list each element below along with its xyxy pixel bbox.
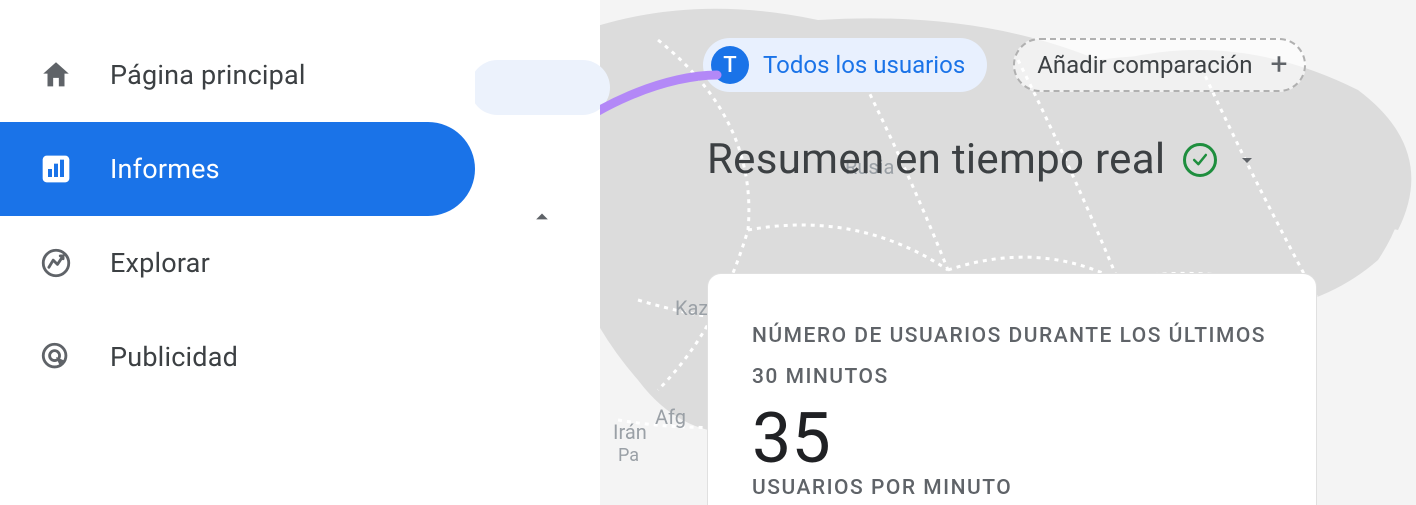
- title-dropdown-button[interactable]: [1235, 148, 1259, 172]
- add-comparison-button[interactable]: Añadir comparación +: [1013, 38, 1305, 92]
- map-label-afg: Afg: [655, 405, 686, 429]
- card-sublabel: USUARIOS POR MINUTO: [752, 476, 1272, 500]
- explore-icon: [38, 245, 74, 281]
- segment-badge: T: [711, 46, 749, 84]
- sidebar-item-label: Página principal: [110, 59, 306, 91]
- sidebar-item-advertising[interactable]: Publicidad: [0, 310, 475, 404]
- collapse-panel-button[interactable]: [525, 200, 559, 234]
- add-comparison-label: Añadir comparación: [1037, 51, 1252, 79]
- plus-icon: +: [1271, 50, 1288, 80]
- realtime-users-card: NÚMERO DE USUARIOS DURANTE LOS ÚLTIMOS 3…: [707, 273, 1317, 505]
- page-title: Resumen en tiempo real: [707, 135, 1165, 184]
- sidebar-item-reports[interactable]: Informes: [0, 122, 475, 216]
- map-label-iran: Irán: [613, 420, 647, 444]
- home-icon: [38, 57, 74, 93]
- bar-chart-icon: [38, 151, 74, 187]
- sidebar: Página principal Informes Explorar: [0, 0, 475, 505]
- status-ok-icon: [1183, 143, 1217, 177]
- segment-ghost-pill: [470, 60, 610, 115]
- sidebar-item-label: Explorar: [110, 247, 210, 279]
- target-click-icon: [38, 339, 74, 375]
- main-content: Rusia Kaz Irán Afg Pa T Todos los usuari…: [600, 0, 1416, 505]
- segment-bar: T Todos los usuarios Añadir comparación …: [703, 38, 1306, 92]
- sidebar-item-label: Informes: [110, 153, 220, 185]
- map-label-pa: Pa: [618, 445, 639, 466]
- map-label-kaz: Kaz: [675, 296, 708, 320]
- page-title-row: Resumen en tiempo real: [707, 135, 1259, 184]
- card-label: NÚMERO DE USUARIOS DURANTE LOS ÚLTIMOS 3…: [752, 316, 1272, 398]
- secondary-panel: [475, 0, 600, 505]
- sidebar-item-label: Publicidad: [110, 341, 238, 373]
- segment-chip-all-users[interactable]: T Todos los usuarios: [703, 38, 987, 92]
- users-count: 35: [752, 404, 1272, 474]
- sidebar-item-explore[interactable]: Explorar: [0, 216, 475, 310]
- sidebar-item-home[interactable]: Página principal: [0, 28, 475, 122]
- segment-chip-label: Todos los usuarios: [763, 51, 965, 79]
